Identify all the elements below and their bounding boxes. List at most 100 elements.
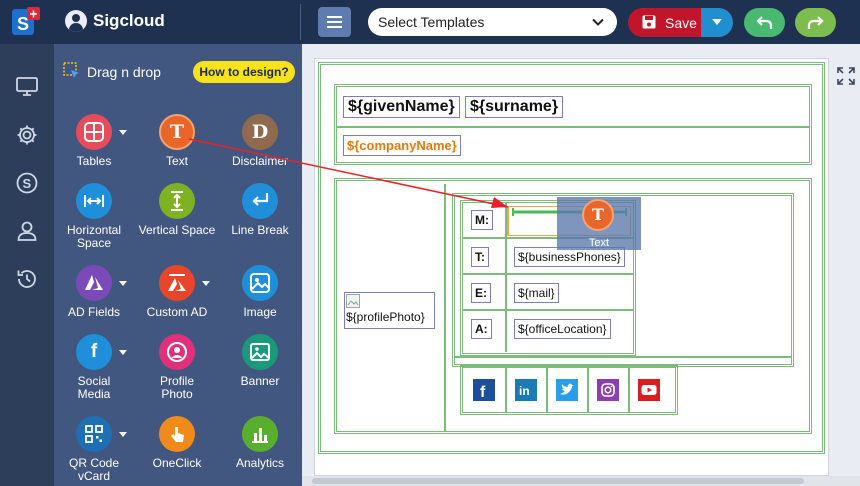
save-button[interactable]: Save [628, 8, 733, 37]
broken-image-icon [346, 294, 360, 308]
component-oneclick[interactable]: OneClick [137, 416, 217, 476]
profile-photo-label: ${profilePhoto} [346, 310, 425, 324]
profile-photo-icon [159, 334, 195, 370]
component-label: Horizontal Space [66, 223, 122, 250]
component-label: Custom AD [146, 305, 208, 319]
component-label: Tables [76, 154, 112, 168]
analytics-icon [242, 416, 278, 452]
component-image[interactable]: Image [220, 265, 300, 325]
expand-icon[interactable] [836, 66, 856, 86]
row-divider [337, 126, 809, 128]
gear-icon[interactable] [15, 123, 39, 147]
dragged-component-label: Text [588, 237, 610, 249]
component-disclaimer[interactable]: D Disclaimer [220, 114, 300, 174]
social-divider [546, 368, 548, 412]
mobile-label: M: [471, 210, 493, 230]
component-text[interactable]: T Text [137, 114, 217, 174]
caret-down-icon[interactable] [119, 350, 127, 355]
component-analytics[interactable]: Analytics [220, 416, 300, 476]
horizontal-space-icon [76, 183, 112, 219]
line-break-icon [242, 183, 278, 219]
caret-down-icon [712, 19, 722, 25]
select-templates-label: Select Templates [378, 14, 485, 30]
user-avatar-icon[interactable] [65, 10, 87, 32]
divider [300, 4, 301, 40]
mail-field[interactable]: ${mail} [514, 283, 559, 303]
component-label: Line Break [231, 223, 289, 237]
given-name-field[interactable]: ${givenName} [343, 96, 460, 118]
component-social-media[interactable]: f Social Media [54, 334, 134, 404]
image-icon [242, 265, 278, 301]
azure-icon [76, 265, 112, 301]
horizontal-scrollbar[interactable] [302, 476, 860, 486]
youtube-icon[interactable] [638, 379, 660, 401]
caret-down-icon[interactable] [119, 281, 127, 286]
skype-icon[interactable]: S [15, 171, 39, 195]
phone-label: T: [471, 247, 489, 267]
company-name-field[interactable]: ${companyName} [343, 135, 461, 156]
history-icon[interactable] [15, 267, 39, 291]
row-divider [463, 309, 633, 311]
how-to-design-button[interactable]: How to design? [193, 61, 295, 83]
twitter-icon[interactable] [556, 379, 578, 401]
caret-down-icon[interactable] [119, 432, 127, 437]
component-label: Social Media [77, 374, 111, 401]
component-line-break[interactable]: Line Break [220, 183, 300, 253]
sigcloud-logo: S [10, 6, 42, 38]
panel-title: Drag n drop [87, 64, 161, 80]
dragged-text-component[interactable]: T Text [557, 197, 641, 250]
caret-down-icon[interactable] [119, 130, 127, 135]
design-canvas: ${givenName} ${surname} ${companyName} $… [302, 44, 860, 486]
component-tables[interactable]: Tables [54, 114, 134, 174]
component-label: OneClick [152, 456, 202, 470]
component-label: Banner [240, 374, 280, 388]
brand-name: Sigcloud [93, 11, 165, 30]
component-label: Analytics [235, 456, 285, 470]
undo-button[interactable] [744, 8, 785, 37]
instagram-icon[interactable] [597, 379, 619, 401]
qr-code-icon [76, 416, 112, 452]
component-banner[interactable]: Banner [220, 334, 300, 404]
component-horizontal-space[interactable]: Horizontal Space [54, 183, 134, 253]
text-icon: T [159, 114, 195, 150]
facebook-icon: f [76, 334, 112, 370]
component-label: AD Fields [67, 305, 120, 319]
office-location-field[interactable]: ${officeLocation} [514, 319, 611, 339]
social-divider [587, 368, 589, 412]
user-icon[interactable] [15, 219, 39, 243]
select-templates-dropdown[interactable]: Select Templates [368, 8, 617, 36]
caret-down-icon[interactable] [202, 281, 210, 286]
component-label: Disclaimer [231, 154, 288, 168]
profile-photo-placeholder[interactable]: ${profilePhoto} [344, 292, 435, 329]
chevron-down-icon [592, 18, 604, 26]
undo-icon [756, 16, 773, 29]
azure-icon [159, 265, 195, 301]
component-custom-ad[interactable]: Custom AD [137, 265, 217, 325]
one-click-icon [159, 416, 195, 452]
linkedin-icon[interactable]: in [515, 379, 537, 401]
signature-workspace[interactable]: ${givenName} ${surname} ${companyName} $… [314, 58, 829, 476]
desktop-icon[interactable] [15, 74, 39, 98]
disclaimer-icon: D [242, 114, 278, 150]
facebook-icon[interactable]: f [473, 379, 495, 401]
component-label: Profile Photo [159, 374, 194, 401]
top-bar: S Sigcloud Select Templates Save [0, 0, 860, 44]
component-qr-code-vcard[interactable]: QR Code vCard [54, 416, 134, 486]
component-profile-photo[interactable]: Profile Photo [137, 334, 217, 404]
scrollbar-thumb[interactable] [312, 478, 804, 484]
save-options-dropdown[interactable] [701, 8, 733, 37]
component-label: Image [243, 305, 277, 319]
svg-text:S: S [23, 176, 32, 191]
surname-field[interactable]: ${surname} [465, 96, 564, 118]
save-disk-icon [642, 15, 656, 29]
redo-button[interactable] [795, 8, 836, 37]
component-ad-fields[interactable]: AD Fields [54, 265, 134, 325]
component-vertical-space[interactable]: Vertical Space [137, 183, 217, 253]
vertical-space-icon [159, 183, 195, 219]
banner-icon [242, 334, 278, 370]
row-divider [463, 273, 633, 275]
table-icon [76, 114, 112, 150]
component-label: Text [165, 154, 188, 168]
menu-button[interactable] [318, 7, 351, 37]
business-phones-field[interactable]: ${businessPhones} [514, 247, 625, 267]
